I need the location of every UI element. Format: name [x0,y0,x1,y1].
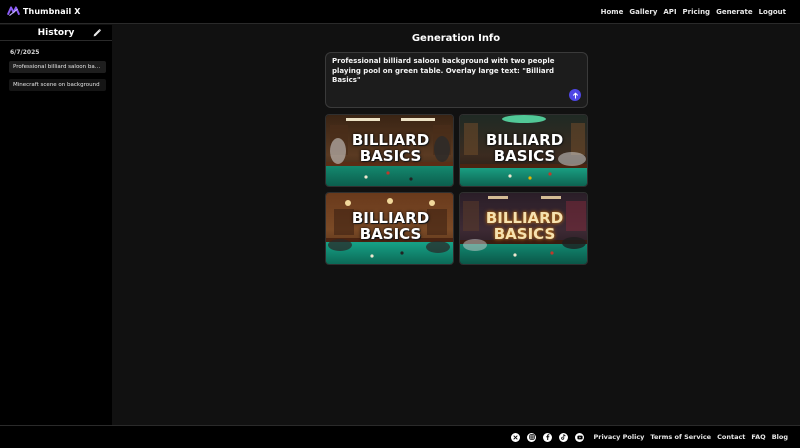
blog-link[interactable]: Blog [772,433,788,441]
prompt-box[interactable]: Professional billiard saloon background … [325,52,588,108]
social-links [511,432,585,442]
brand-name: Thumbnail X [23,7,81,16]
nav-pricing[interactable]: Pricing [683,8,711,16]
thumbnail-1[interactable]: BILLIARD BASICS [325,114,454,187]
faq-link[interactable]: FAQ [751,433,765,441]
thumbnail-subtitle: BASICS [359,225,422,243]
page-title: Generation Info [411,33,501,44]
arrow-up-icon [572,91,578,99]
nav-generate[interactable]: Generate [716,8,753,16]
prompt-text: Professional billiard saloon background … [332,57,555,84]
instagram-icon[interactable] [527,432,537,442]
logo-icon [7,6,20,17]
nav-logout[interactable]: Logout [759,8,786,16]
privacy-policy-link[interactable]: Privacy Policy [593,433,644,441]
history-item[interactable]: Professional billiard saloon background … [9,61,106,73]
thumbnail-subtitle: BASICS [493,225,556,243]
sidebar-header: History [0,25,112,41]
thumbnail-title: BILLIARD [485,209,564,227]
send-button[interactable] [569,89,581,101]
thumbnail-subtitle: BASICS [493,147,556,165]
nav-gallery[interactable]: Gallery [629,8,657,16]
facebook-icon[interactable] [543,432,553,442]
footer-links: Privacy Policy Terms of Service Contact … [593,433,788,441]
nav-home[interactable]: Home [601,8,624,16]
thumbnail-title: BILLIARD [351,209,430,227]
footer: Privacy Policy Terms of Service Contact … [0,425,800,448]
thumbnail-2[interactable]: BILLIARD BASICS [459,114,588,187]
thumbnail-title: BILLIARD [351,131,430,149]
history-sidebar: History 6/7/2025 Professional billiard s… [0,25,112,425]
brand[interactable]: Thumbnail X [7,5,81,18]
contact-link[interactable]: Contact [717,433,745,441]
edit-icon[interactable] [92,28,102,38]
terms-of-service-link[interactable]: Terms of Service [650,433,711,441]
thumbnail-subtitle: BASICS [359,147,422,165]
nav-api[interactable]: API [663,8,676,16]
x-icon[interactable] [511,432,521,442]
thumbnail-3[interactable]: BILLIARD BASICS [325,192,454,265]
thumbnail-title: BILLIARD [485,131,564,149]
sidebar-title: History [37,27,75,38]
main-content: Generation Info Professional billiard sa… [112,25,800,425]
youtube-icon[interactable] [575,432,585,442]
history-date: 6/7/2025 [10,49,40,56]
top-navbar: Thumbnail X Home Gallery API Pricing Gen… [0,0,800,24]
tiktok-icon[interactable] [559,432,569,442]
thumbnail-4[interactable]: BILLIARD BASICS [459,192,588,265]
main-nav: Home Gallery API Pricing Generate Logout [601,0,786,24]
history-item[interactable]: Minecraft scene on background [9,79,106,91]
